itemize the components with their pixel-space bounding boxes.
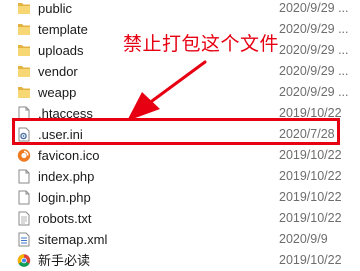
file-date: 2019/10/22	[279, 190, 342, 204]
file-name: uploads	[38, 43, 84, 58]
file-row-robots-txt[interactable]: robots.txt 2019/10/22	[0, 208, 360, 229]
file-date: 2019/10/22	[279, 169, 342, 183]
file-row-sitemap-xml[interactable]: sitemap.xml 2020/9/9	[0, 229, 360, 250]
annotation-text: 禁止打包这个文件	[123, 34, 280, 55]
file-date: 2020/9/29 ...	[279, 43, 349, 57]
folder-icon	[18, 24, 30, 35]
browser-shortcut-icon	[17, 254, 31, 267]
folder-icon	[18, 87, 30, 98]
file-row-login-php[interactable]: login.php 2019/10/22	[0, 187, 360, 208]
file-name: robots.txt	[38, 211, 92, 226]
file-icon	[18, 190, 30, 205]
xml-file-icon	[18, 232, 30, 247]
file-date: 2019/10/22	[279, 148, 342, 162]
folder-icon	[18, 3, 30, 14]
file-name: weapp	[38, 85, 77, 100]
file-date: 2019/10/22	[279, 211, 342, 225]
folder-icon	[18, 45, 30, 56]
file-date: 2020/9/29 ...	[279, 85, 349, 99]
file-row-index-php[interactable]: index.php 2019/10/22	[0, 166, 360, 187]
file-date: 2019/10/22	[279, 253, 342, 267]
file-name: public	[38, 1, 72, 16]
file-date: 2020/9/29 ...	[279, 22, 349, 36]
file-name: login.php	[38, 190, 91, 205]
file-name: 新手必读	[38, 253, 91, 268]
file-date: 2020/9/9	[279, 232, 328, 246]
file-row-public[interactable]: public 2020/9/29 ...	[0, 0, 360, 19]
file-date: 2020/9/29 ...	[279, 1, 349, 15]
file-row-beginner-guide[interactable]: 新手必读 2019/10/22	[0, 250, 360, 271]
file-name: favicon.ico	[38, 148, 100, 163]
file-row-vendor[interactable]: vendor 2020/9/29 ...	[0, 61, 360, 82]
file-date: 2020/9/29 ...	[279, 64, 349, 78]
file-row-favicon[interactable]: favicon.ico 2019/10/22	[0, 145, 360, 166]
file-name: sitemap.xml	[38, 232, 108, 247]
ico-file-icon	[17, 149, 31, 162]
file-icon	[18, 169, 30, 184]
file-name: template	[38, 22, 88, 37]
text-file-icon	[18, 211, 30, 226]
highlight-box	[12, 118, 340, 145]
file-name: index.php	[38, 169, 95, 184]
file-name: vendor	[38, 64, 78, 79]
folder-icon	[18, 66, 30, 77]
file-row-weapp[interactable]: weapp 2020/9/29 ...	[0, 82, 360, 103]
